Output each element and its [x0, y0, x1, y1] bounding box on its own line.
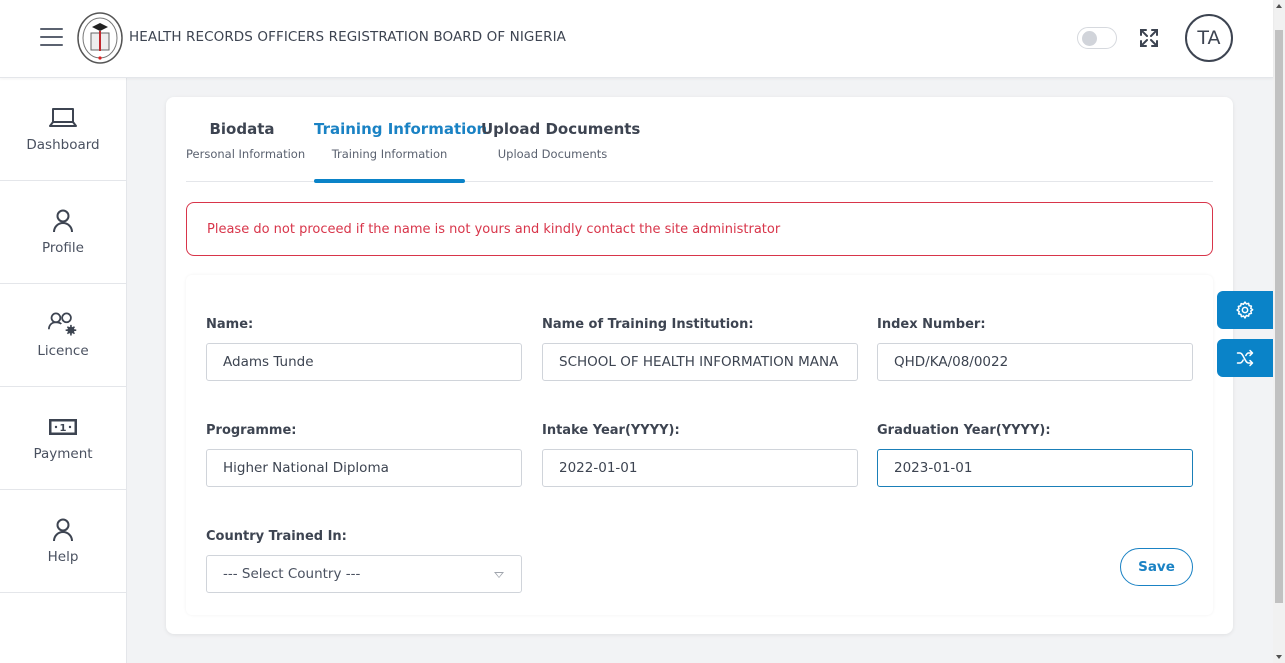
country-field-group: Country Trained In: --- Select Country -… [206, 529, 522, 593]
name-label: Name: [206, 317, 254, 332]
svg-text:1: 1 [60, 423, 67, 434]
settings-button[interactable] [1217, 291, 1273, 329]
avatar[interactable]: TA [1185, 14, 1233, 62]
chevron-down-icon [494, 572, 504, 578]
gear-icon [1236, 301, 1254, 319]
expand-icon[interactable] [1139, 28, 1159, 48]
step-tabs: Biodata Personal Information Training In… [186, 115, 1213, 183]
sidebar: Dashboard Profile Licence 1 Payment Help [0, 78, 127, 663]
scroll-up-icon[interactable] [1276, 4, 1282, 8]
sidebar-item-label: Payment [33, 446, 93, 462]
user-icon [48, 517, 78, 543]
programme-label: Programme: [206, 423, 297, 438]
sidebar-item-label: Dashboard [26, 137, 100, 153]
country-label: Country Trained In: [206, 529, 347, 544]
sidebar-item-label: Help [47, 549, 79, 565]
sidebar-item-help[interactable]: Help [0, 490, 126, 593]
page-scrollbar[interactable] [1273, 0, 1285, 663]
programme-field-group: Programme: Higher National Diploma [206, 423, 522, 487]
index-number-input[interactable]: QHD/KA/08/0022 [877, 343, 1193, 381]
institution-label: Name of Training Institution: [542, 317, 754, 332]
training-form: Name: Adams Tunde Name of Training Insti… [186, 275, 1213, 615]
graduation-year-input[interactable]: 2023-01-01 [877, 449, 1193, 487]
board-seal-logo [76, 11, 124, 65]
hamburger-icon[interactable] [40, 28, 63, 46]
active-tab-indicator [314, 179, 465, 183]
tab-title: Upload Documents [481, 120, 641, 138]
banknote-icon: 1 [48, 414, 78, 440]
institution-input[interactable]: SCHOOL OF HEALTH INFORMATION MANA [542, 343, 858, 381]
tab-biodata[interactable]: Biodata Personal Information [186, 115, 306, 182]
site-title: HEALTH RECORDS OFFICERS REGISTRATION BOA… [129, 29, 566, 45]
warning-alert: Please do not proceed if the name is not… [186, 202, 1213, 256]
scroll-down-icon[interactable] [1276, 655, 1282, 659]
sidebar-item-label: Licence [37, 343, 89, 359]
tab-training-information[interactable]: Training Information Training Informatio… [314, 115, 488, 183]
country-select-value: --- Select Country --- [223, 566, 361, 582]
top-header: HEALTH RECORDS OFFICERS REGISTRATION BOA… [0, 0, 1273, 78]
shuffle-icon [1236, 349, 1254, 367]
name-input[interactable]: Adams Tunde [206, 343, 522, 381]
sidebar-item-payment[interactable]: 1 Payment [0, 387, 126, 490]
intake-year-field-group: Intake Year(YYYY): 2022-01-01 [542, 423, 858, 487]
tab-subtitle: Personal Information [186, 147, 306, 161]
index-number-field-group: Index Number: QHD/KA/08/0022 [877, 317, 1193, 381]
sidebar-item-dashboard[interactable]: Dashboard [0, 78, 126, 181]
tab-subtitle: Upload Documents [497, 147, 608, 161]
save-button[interactable]: Save [1120, 548, 1193, 586]
shuffle-button[interactable] [1217, 339, 1273, 377]
theme-toggle[interactable] [1077, 27, 1117, 49]
country-select[interactable]: --- Select Country --- [206, 555, 522, 593]
users-gear-icon [48, 311, 78, 337]
index-number-label: Index Number: [877, 317, 986, 332]
tab-upload-documents[interactable]: Upload Documents Upload Documents [481, 115, 641, 182]
laptop-icon [48, 105, 78, 131]
intake-year-input[interactable]: 2022-01-01 [542, 449, 858, 487]
intake-year-label: Intake Year(YYYY): [542, 423, 680, 438]
toggle-knob [1082, 31, 1097, 46]
graduation-year-label: Graduation Year(YYYY): [877, 423, 1051, 438]
sidebar-item-licence[interactable]: Licence [0, 284, 126, 387]
institution-field-group: Name of Training Institution: SCHOOL OF … [542, 317, 858, 381]
tab-title: Biodata [209, 120, 275, 138]
registration-card: Biodata Personal Information Training In… [166, 97, 1233, 634]
user-icon [48, 208, 78, 234]
programme-input[interactable]: Higher National Diploma [206, 449, 522, 487]
scrollbar-thumb[interactable] [1275, 30, 1283, 603]
tab-title: Training Information [314, 120, 488, 138]
graduation-year-field-group: Graduation Year(YYYY): 2023-01-01 [877, 423, 1193, 487]
tab-subtitle: Training Information [331, 147, 448, 161]
name-field-group: Name: Adams Tunde [206, 317, 522, 381]
sidebar-item-label: Profile [42, 240, 84, 256]
sidebar-item-profile[interactable]: Profile [0, 181, 126, 284]
